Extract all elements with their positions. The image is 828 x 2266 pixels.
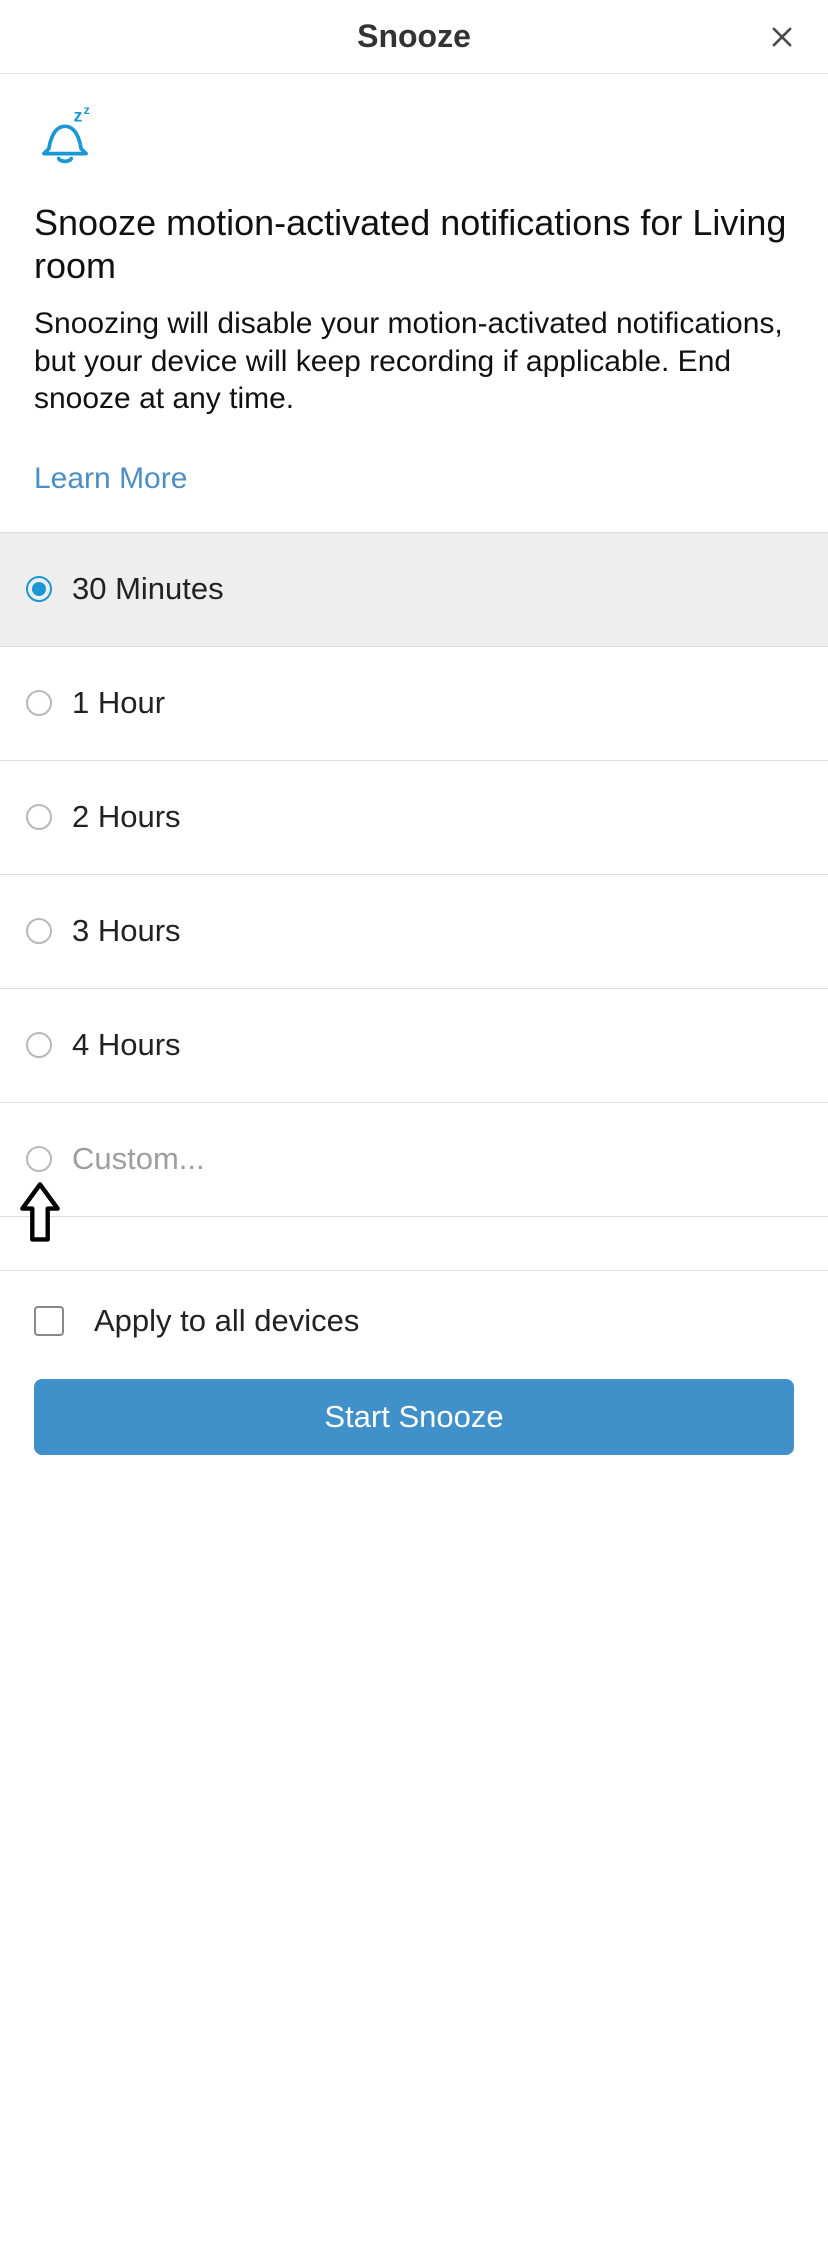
start-snooze-button[interactable]: Start Snooze bbox=[34, 1379, 794, 1455]
option-4-hours[interactable]: 4 Hours bbox=[0, 989, 828, 1103]
svg-text:z: z bbox=[74, 105, 83, 125]
snooze-bell-icon: z z bbox=[34, 104, 794, 171]
option-3-hours[interactable]: 3 Hours bbox=[0, 875, 828, 989]
modal-header: Snooze bbox=[0, 0, 828, 74]
radio-icon bbox=[26, 690, 52, 716]
radio-icon bbox=[26, 1146, 52, 1172]
option-label: 3 Hours bbox=[72, 913, 181, 949]
option-label: 4 Hours bbox=[72, 1027, 181, 1063]
intro-title: Snooze motion-activated notifications fo… bbox=[34, 201, 794, 287]
radio-icon bbox=[26, 804, 52, 830]
option-label: 1 Hour bbox=[72, 685, 165, 721]
option-30-minutes[interactable]: 30 Minutes bbox=[0, 533, 828, 647]
close-icon bbox=[768, 23, 796, 51]
apply-all-row[interactable]: Apply to all devices bbox=[0, 1271, 828, 1379]
option-custom[interactable]: Custom... bbox=[0, 1103, 828, 1217]
svg-text:z: z bbox=[84, 104, 90, 117]
section-divider bbox=[0, 1217, 828, 1271]
modal-title: Snooze bbox=[357, 18, 471, 55]
option-label: Custom... bbox=[72, 1141, 205, 1177]
intro-description: Snoozing will disable your motion-activa… bbox=[34, 305, 794, 418]
radio-icon bbox=[26, 918, 52, 944]
option-label: 30 Minutes bbox=[72, 571, 224, 607]
apply-all-label: Apply to all devices bbox=[94, 1303, 359, 1339]
option-1-hour[interactable]: 1 Hour bbox=[0, 647, 828, 761]
learn-more-link[interactable]: Learn More bbox=[34, 462, 187, 495]
option-label: 2 Hours bbox=[72, 799, 181, 835]
radio-icon bbox=[26, 576, 52, 602]
apply-all-checkbox[interactable] bbox=[34, 1306, 64, 1336]
radio-icon bbox=[26, 1032, 52, 1058]
option-2-hours[interactable]: 2 Hours bbox=[0, 761, 828, 875]
intro-section: z z Snooze motion-activated notification… bbox=[0, 74, 828, 532]
close-button[interactable] bbox=[764, 19, 800, 55]
duration-options-list: 30 Minutes 1 Hour 2 Hours 3 Hours 4 Hour… bbox=[0, 532, 828, 1217]
